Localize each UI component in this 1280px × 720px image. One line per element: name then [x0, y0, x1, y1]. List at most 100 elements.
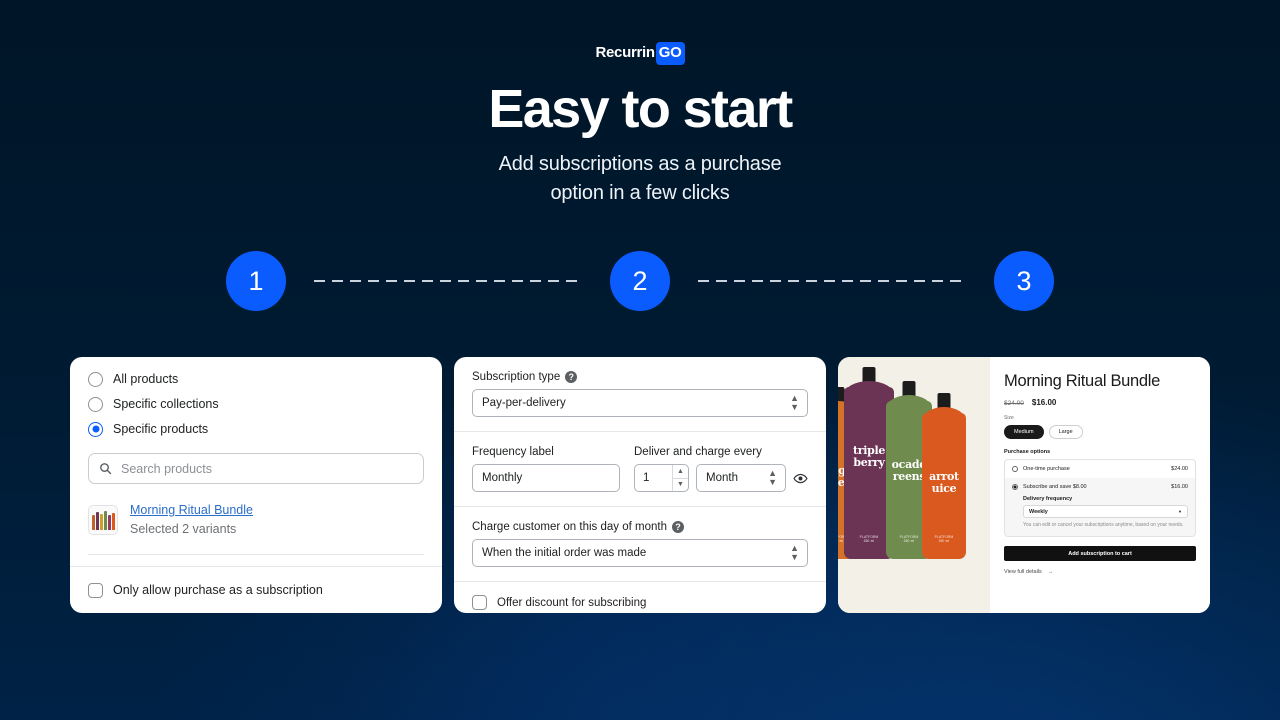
chevron-down-icon-delivery-frequency: ▼	[1178, 509, 1182, 514]
purchase-option-subscribe[interactable]: Subscribe and save $8.00 $16.00	[1005, 478, 1195, 496]
deliver-unit-value: Month	[706, 472, 738, 484]
deliver-unit-select[interactable]: Month ▲ ▼	[696, 464, 786, 492]
size-options: Medium Large	[1004, 425, 1196, 439]
subscription-type-label: Subscription type ?	[472, 371, 808, 383]
step-circle-1: 1	[226, 251, 286, 311]
size-option-medium[interactable]: Medium	[1004, 425, 1044, 439]
bottle-sublabel: PLATFORM350 ml	[934, 535, 954, 543]
deliver-controls: 1 ▲ ▼ Month ▲ ▼	[634, 464, 808, 492]
thumbnail-bottles-icon	[91, 511, 115, 534]
search-products-field[interactable]	[88, 453, 424, 484]
carrot-juice-bottle: arrot uice PLATFORM 350 ml	[922, 393, 966, 559]
subscription-note: You can edit or cancel your subscription…	[1023, 522, 1184, 528]
frequency-row: Frequency label Monthly Deliver and char…	[472, 446, 808, 492]
page-subtitle: Add subscriptions as a purchase option i…	[0, 150, 1280, 208]
product-detail-panel: Morning Ritual Bundle $24.00 $16.00 Size…	[990, 357, 1210, 613]
checkbox-label-offer-discount: Offer discount for subscribing	[497, 596, 647, 609]
radio-icon-subscribe[interactable]	[1012, 484, 1018, 490]
product-variant-count: Selected 2 variants	[130, 522, 237, 536]
brand-logo: Recurrin GO	[0, 42, 1280, 65]
deliver-label-caption: Deliver and charge every	[634, 446, 808, 458]
charge-day-label-text: Charge customer on this day of month	[472, 521, 667, 533]
subscription-type-section: Subscription type ? Pay-per-delivery ▲ ▼	[454, 357, 826, 431]
radio-label-all-products: All products	[113, 372, 179, 386]
delivery-frequency-section: Delivery frequency Weekly ▼ You can edit…	[1005, 496, 1195, 536]
charge-day-section: Charge customer on this day of month ? W…	[454, 507, 826, 581]
promo-page: Recurrin GO Easy to start Add subscriptio…	[0, 0, 1280, 720]
step-circle-2: 2	[610, 251, 670, 311]
subscription-type-select[interactable]: Pay-per-delivery ▲ ▼	[472, 389, 808, 417]
radio-icon-all-products[interactable]	[88, 371, 103, 387]
subscribe-label: Subscribe and save $8.00	[1023, 484, 1087, 490]
eye-icon[interactable]	[793, 471, 808, 486]
storefront-layout: ngce PLATFORM350 ml tripleberry PLATFORM…	[838, 357, 1210, 613]
price-current: $16.00	[1031, 398, 1057, 407]
frequency-label-caption-text: Frequency label	[472, 446, 554, 458]
radio-icon-specific-products[interactable]	[88, 421, 103, 437]
one-time-price: $24.00	[1171, 466, 1188, 472]
charge-day-label: Charge customer on this day of month ?	[472, 521, 808, 533]
radio-option-specific-products[interactable]: Specific products	[88, 417, 424, 441]
help-icon-charge-day[interactable]: ?	[671, 521, 684, 533]
chevron-updown-icon-subscription-type: ▲ ▼	[790, 393, 799, 412]
step-indicator: 1 2 3	[226, 249, 1054, 313]
radio-option-specific-collections[interactable]: Specific collections	[88, 392, 424, 416]
size-option-large[interactable]: Large	[1048, 425, 1083, 439]
charge-day-select[interactable]: When the initial order was made ▲ ▼	[472, 539, 808, 567]
step-connector-1	[314, 280, 582, 282]
delivery-frequency-select[interactable]: Weekly ▼	[1023, 505, 1188, 518]
deliver-count-stepper[interactable]: 1 ▲ ▼	[634, 464, 689, 492]
search-input[interactable]	[121, 461, 413, 476]
radio-option-all-products[interactable]: All products	[88, 367, 424, 391]
frequency-section: Frequency label Monthly Deliver and char…	[454, 432, 826, 506]
product-thumbnail	[88, 505, 118, 535]
subscribe-left: Subscribe and save $8.00	[1012, 484, 1087, 490]
checkbox-offer-discount[interactable]	[472, 595, 487, 610]
checkbox-only-subscription[interactable]	[88, 582, 103, 598]
storefront-product-title: Morning Ritual Bundle	[1004, 372, 1161, 390]
product-image: ngce PLATFORM350 ml tripleberry PLATFORM…	[838, 357, 990, 613]
add-subscription-to-cart-button[interactable]: Add subscription to cart	[1004, 546, 1196, 561]
delivery-frequency-label: Delivery frequency	[1023, 496, 1073, 502]
subscription-type-label-text: Subscription type	[472, 371, 561, 383]
stepper-arrows[interactable]: ▲ ▼	[672, 465, 688, 491]
purchase-option-one-time[interactable]: One-time purchase $24.00	[1005, 460, 1195, 478]
bottle-shoulder	[844, 381, 894, 395]
frequency-label-caption: Frequency label	[472, 446, 620, 458]
radio-label-specific-products: Specific products	[113, 422, 209, 436]
page-title: Easy to start	[488, 79, 793, 139]
one-time-label: One-time purchase	[1023, 466, 1070, 472]
deliver-label-caption-text: Deliver and charge every	[634, 446, 762, 458]
charge-day-value: When the initial order was made	[482, 547, 647, 559]
stepper-up-icon[interactable]: ▲	[673, 465, 688, 479]
stepper-down-icon[interactable]: ▼	[673, 479, 688, 492]
card-storefront-preview: ngce PLATFORM350 ml tripleberry PLATFORM…	[838, 357, 1210, 613]
checkbox-label-only-subscription: Only allow purchase as a subscription	[113, 583, 323, 597]
subscription-type-value: Pay-per-delivery	[482, 397, 566, 409]
card1-body: All products Specific collections Specif…	[70, 357, 442, 555]
frequency-label-input[interactable]: Monthly	[472, 464, 620, 492]
view-full-details-text: View full details	[1004, 569, 1042, 575]
frequency-label-col: Frequency label Monthly	[472, 446, 620, 492]
chevron-updown-icon-deliver-unit: ▲ ▼	[768, 468, 777, 487]
radio-icon-specific-collections[interactable]	[88, 396, 103, 412]
help-icon-subscription-type[interactable]: ?	[565, 371, 578, 383]
card-product-selection: All products Specific collections Specif…	[70, 357, 442, 613]
price-original: $24.00	[1004, 400, 1024, 407]
deliver-count-value: 1	[643, 472, 650, 484]
subscribe-price: $16.00	[1171, 484, 1188, 490]
frequency-label-value: Monthly	[482, 472, 523, 484]
subtitle-line-2: option in a few clicks	[550, 182, 730, 204]
brand-badge: GO	[655, 42, 685, 65]
delivery-frequency-value: Weekly	[1029, 508, 1048, 515]
card1-footer: Only allow purchase as a subscription	[70, 566, 442, 613]
purchase-options-box: One-time purchase $24.00 Subscribe and s…	[1004, 459, 1196, 537]
product-title-link[interactable]: Morning Ritual Bundle	[130, 502, 253, 518]
size-label: Size	[1004, 415, 1014, 421]
purchase-options-label: Purchase options	[1004, 449, 1051, 455]
radio-icon-one-time[interactable]	[1012, 466, 1018, 472]
one-time-left: One-time purchase	[1012, 466, 1070, 472]
step-circle-3: 3	[994, 251, 1054, 311]
view-full-details-link[interactable]: View full details →	[1004, 569, 1196, 575]
price-block: $24.00 $16.00	[1004, 398, 1196, 407]
